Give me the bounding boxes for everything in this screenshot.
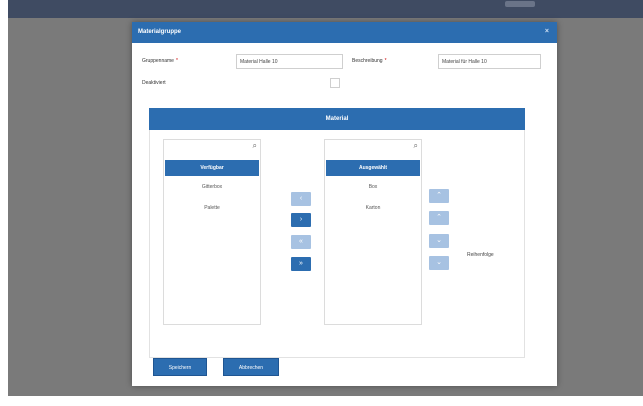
save-button[interactable]: Speichern [153, 358, 207, 376]
selected-search[interactable]: ⌕ [325, 140, 421, 154]
list-item[interactable]: Karton [325, 197, 421, 218]
description-label-text: Beschreibung [352, 58, 383, 64]
search-icon[interactable]: ⌕ [414, 141, 418, 151]
move-top-button[interactable]: ⌃ [429, 189, 449, 203]
selected-list-header: Ausgewählt [326, 160, 420, 176]
move-left-button[interactable]: ‹ [291, 192, 311, 206]
material-section-header: Material [149, 108, 525, 130]
available-list-header: Verfügbar [165, 160, 259, 176]
move-bottom-button[interactable]: ⌄ [429, 256, 449, 270]
user-menu[interactable] [505, 1, 535, 7]
order-hint: Reihenfolge [467, 252, 494, 258]
deactivated-checkbox[interactable] [330, 78, 340, 88]
close-icon[interactable]: × [545, 28, 549, 35]
dialog-header: Materialgruppe × [132, 22, 557, 43]
group-name-field[interactable]: Material Halle 10 [236, 54, 343, 69]
list-item[interactable]: Box [325, 176, 421, 197]
move-all-left-button[interactable]: « [291, 235, 311, 249]
available-search[interactable]: ⌕ [164, 140, 260, 154]
selected-list: ⌕ Ausgewählt Box Karton [324, 139, 422, 325]
description-label: Beschreibung * [352, 58, 387, 64]
move-all-right-button[interactable]: » [291, 257, 311, 271]
list-item[interactable]: Gitterbox [164, 176, 260, 197]
move-down-button[interactable]: ⌄ [429, 234, 449, 248]
dialog-title: Materialgruppe [138, 29, 182, 35]
cancel-button[interactable]: Abbrechen [223, 358, 279, 376]
search-icon[interactable]: ⌕ [253, 141, 257, 151]
available-list: ⌕ Verfügbar Gitterbox Palette [163, 139, 261, 325]
required-marker: * [384, 58, 387, 64]
deactivated-label: Deaktiviert [142, 80, 166, 86]
move-up-button[interactable]: ⌃ [429, 211, 449, 225]
list-item[interactable]: Palette [164, 197, 260, 218]
group-name-label-text: Gruppenname [142, 58, 174, 64]
app-top-bar [8, 0, 643, 18]
required-marker: * [175, 58, 178, 64]
description-field[interactable]: Material für Halle 10 [438, 54, 541, 69]
group-name-label: Gruppenname * [142, 58, 178, 64]
move-right-button[interactable]: › [291, 213, 311, 227]
material-group-dialog: Materialgruppe × Gruppenname * Material H… [132, 22, 557, 386]
